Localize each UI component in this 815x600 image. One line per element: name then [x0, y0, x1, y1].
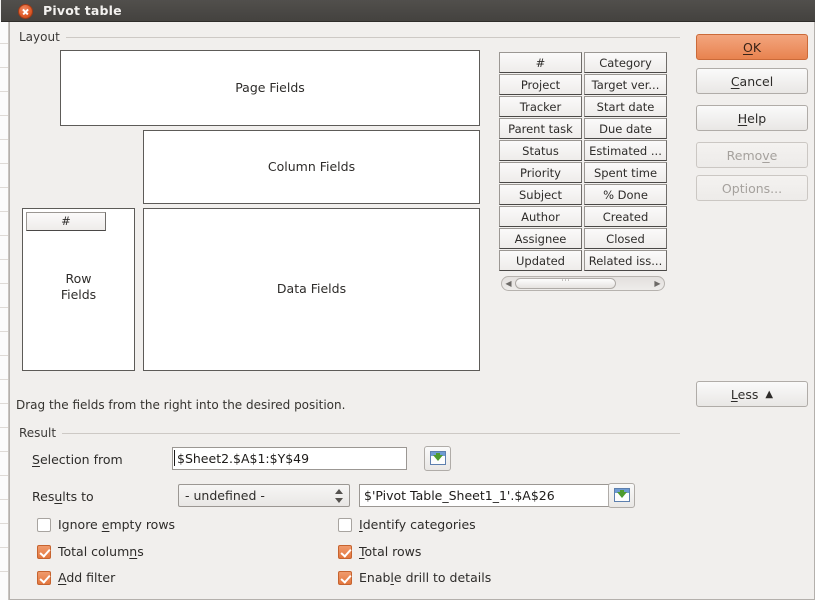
- drop-zone-page-fields[interactable]: Page Fields: [60, 50, 480, 126]
- checkbox-box[interactable]: [37, 545, 51, 559]
- field-button[interactable]: Category: [584, 52, 667, 73]
- checkbox-label: Total columns: [58, 544, 144, 559]
- drop-zone-row-fields[interactable]: # Row Fields: [22, 208, 135, 371]
- result-group-label: Result: [19, 426, 61, 440]
- layout-group-divider: [66, 37, 680, 38]
- row-fields-line2: Fields: [61, 287, 96, 302]
- title-bar: Pivot table: [1, 0, 815, 22]
- drop-zone-page-fields-label: Page Fields: [235, 80, 305, 96]
- close-icon[interactable]: [18, 4, 33, 19]
- checkbox-label: Ignore empty rows: [58, 517, 175, 532]
- field-button[interactable]: Project: [499, 74, 582, 95]
- checkbox-box[interactable]: [338, 571, 352, 585]
- layout-group-label: Layout: [19, 30, 65, 44]
- cancel-button[interactable]: Cancel: [696, 68, 808, 94]
- less-button[interactable]: Less▲: [696, 381, 808, 407]
- help-button[interactable]: Help: [696, 105, 808, 131]
- field-button[interactable]: Author: [499, 206, 582, 227]
- results-to-input[interactable]: [359, 484, 617, 507]
- checkbox-ignore-empty-rows[interactable]: Ignore empty rows: [37, 517, 175, 532]
- checkbox-box[interactable]: [338, 545, 352, 559]
- field-button[interactable]: Subject: [499, 184, 582, 205]
- field-button[interactable]: Target ver...: [584, 74, 667, 95]
- checkbox-box[interactable]: [37, 518, 51, 532]
- pivot-table-dialog: Pivot table Layout Page Fields Column Fi…: [9, 0, 815, 600]
- result-group-divider: [62, 433, 680, 434]
- text-caret: [174, 450, 175, 466]
- drag-hint-text: Drag the fields from the right into the …: [16, 398, 345, 412]
- background-window-strip: [0, 20, 9, 600]
- results-to-label: Results to: [32, 489, 94, 504]
- field-button[interactable]: Estimated ...: [584, 140, 667, 161]
- field-button[interactable]: Updated: [499, 250, 582, 271]
- checkbox-total-rows[interactable]: Total rows: [338, 544, 421, 559]
- field-button[interactable]: Spent time: [584, 162, 667, 183]
- scroll-left-arrow-icon[interactable]: ◀: [502, 277, 515, 290]
- checkbox-total-columns[interactable]: Total columns: [37, 544, 144, 559]
- collapse-arrow-icon: ▲: [765, 389, 773, 400]
- checkbox-add-filter[interactable]: Add filter: [37, 570, 115, 585]
- shrink-range-icon-selection[interactable]: [424, 446, 451, 471]
- available-fields-scrollbar[interactable]: ◀ ▶: [501, 276, 665, 291]
- selection-from-label: Selection from: [32, 452, 123, 467]
- drop-zone-column-fields[interactable]: Column Fields: [143, 130, 480, 204]
- remove-button: Remove: [696, 142, 808, 168]
- window-title: Pivot table: [43, 3, 122, 18]
- checkbox-label: Identify categories: [359, 517, 476, 532]
- drop-zone-column-fields-label: Column Fields: [268, 159, 355, 175]
- checkbox-label: Add filter: [58, 570, 115, 585]
- field-button[interactable]: Due date: [584, 118, 667, 139]
- ok-button[interactable]: OK: [696, 34, 808, 60]
- selection-from-input[interactable]: [172, 447, 407, 470]
- results-to-dropdown[interactable]: - undefined -: [178, 484, 350, 507]
- results-to-dropdown-value: - undefined -: [185, 488, 265, 503]
- checkbox-label: Total rows: [359, 544, 421, 559]
- checkbox-enable-drill-to-details[interactable]: Enable drill to details: [338, 570, 491, 585]
- available-fields-list: #CategoryProjectTarget ver...TrackerStar…: [499, 52, 667, 294]
- available-fields-grid: #CategoryProjectTarget ver...TrackerStar…: [499, 52, 667, 271]
- field-button[interactable]: #: [499, 52, 582, 73]
- field-button[interactable]: Related iss...: [584, 250, 667, 271]
- field-button[interactable]: Assignee: [499, 228, 582, 249]
- field-button[interactable]: Status: [499, 140, 582, 161]
- drop-zone-data-fields[interactable]: Data Fields: [143, 208, 480, 371]
- spinner-arrows-icon[interactable]: [335, 488, 344, 504]
- ok-button-rest: K: [753, 40, 761, 55]
- shrink-range-icon-results[interactable]: [608, 483, 635, 508]
- checkbox-box[interactable]: [37, 571, 51, 585]
- checkbox-label: Enable drill to details: [359, 570, 491, 585]
- field-button[interactable]: Start date: [584, 96, 667, 117]
- field-button[interactable]: % Done: [584, 184, 667, 205]
- scrollbar-thumb[interactable]: [515, 278, 616, 289]
- row-field-chip-hash[interactable]: #: [26, 212, 106, 231]
- field-button[interactable]: Parent task: [499, 118, 582, 139]
- drop-zone-data-fields-label: Data Fields: [277, 281, 346, 297]
- checkbox-box[interactable]: [338, 518, 352, 532]
- scroll-right-arrow-icon[interactable]: ▶: [651, 277, 664, 290]
- row-fields-line1: Row: [66, 271, 92, 286]
- field-button[interactable]: Tracker: [499, 96, 582, 117]
- drop-zone-row-fields-label: Row Fields: [23, 271, 134, 302]
- checkbox-identify-categories[interactable]: Identify categories: [338, 517, 476, 532]
- field-button[interactable]: Priority: [499, 162, 582, 183]
- field-button[interactable]: Closed: [584, 228, 667, 249]
- options-button: Options...: [696, 175, 808, 201]
- field-button[interactable]: Created: [584, 206, 667, 227]
